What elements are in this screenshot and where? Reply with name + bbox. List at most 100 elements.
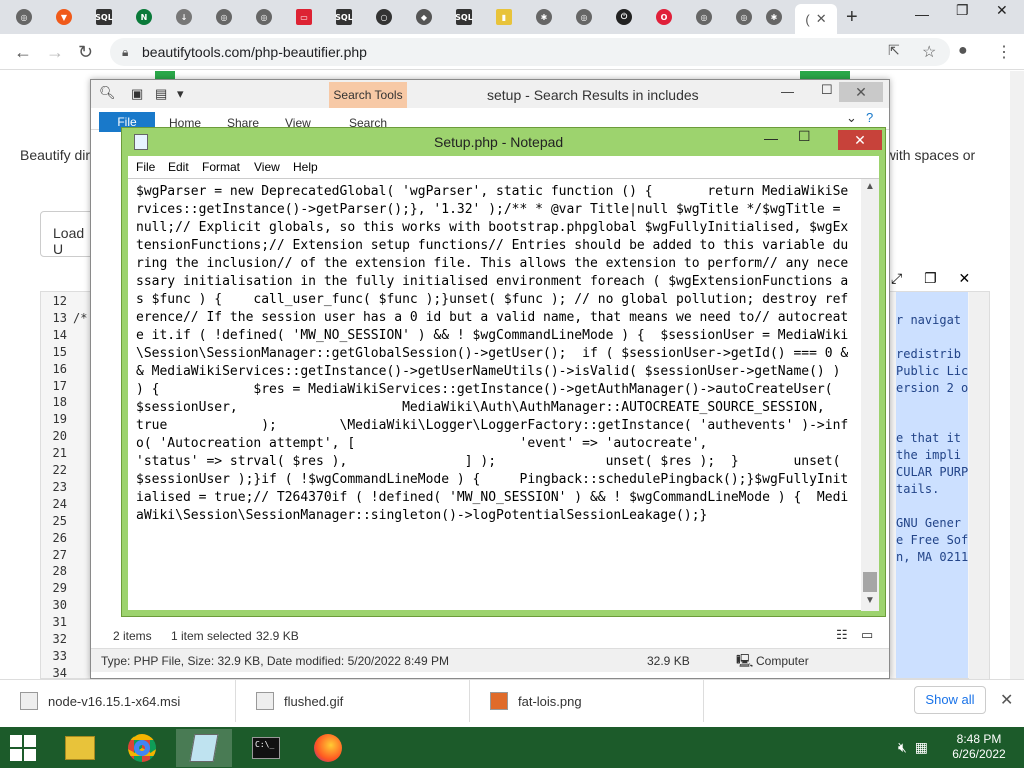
fullscreen-icon[interactable]: ⤢ bbox=[891, 270, 902, 286]
tab-n[interactable]: N bbox=[126, 5, 162, 29]
url-text: beautifytools.com/php-beautifier.php bbox=[142, 44, 367, 60]
line-number: 25 bbox=[52, 513, 67, 528]
close-notepad-icon[interactable]: ✕ bbox=[838, 130, 882, 150]
active-tab[interactable]: ( ✕ bbox=[795, 4, 837, 34]
clear-icon[interactable]: ✕ bbox=[959, 270, 971, 286]
chrome-menu-icon[interactable]: ⋮ bbox=[996, 42, 1012, 62]
tab-folder[interactable]: ▮ bbox=[486, 5, 522, 29]
tab-sql-3[interactable]: SQL bbox=[446, 5, 482, 29]
tab-gear-2[interactable]: ✱ bbox=[756, 5, 792, 29]
start-button[interactable] bbox=[10, 735, 36, 761]
code-fragment: CULAR PURPO bbox=[896, 465, 968, 479]
tab-chrome-4[interactable]: ◎ bbox=[566, 5, 602, 29]
details-view-icon[interactable]: ☷ bbox=[836, 627, 848, 643]
menu-edit[interactable]: Edit bbox=[168, 160, 189, 174]
tab-sql-2[interactable]: SQL bbox=[326, 5, 362, 29]
reload-icon[interactable]: ↻ bbox=[78, 42, 93, 63]
minimize-browser-icon[interactable]: — bbox=[915, 6, 929, 22]
selected-count: 1 item selected bbox=[171, 629, 252, 643]
download-item[interactable]: node-v16.15.1-x64.msi bbox=[0, 680, 236, 722]
tab-chrome-5[interactable]: ◎ bbox=[686, 5, 722, 29]
restore-browser-icon[interactable]: ❐ bbox=[956, 2, 969, 19]
quick-access-icon[interactable]: ▣ bbox=[131, 86, 143, 102]
download-item[interactable]: flushed.gif bbox=[236, 680, 470, 722]
minimize-explorer-icon[interactable]: — bbox=[781, 84, 794, 99]
page-scrollbar[interactable] bbox=[1010, 71, 1024, 679]
msi-file-icon bbox=[20, 692, 38, 710]
tab-github[interactable]: ○ bbox=[366, 5, 402, 29]
menu-help[interactable]: Help bbox=[293, 160, 318, 174]
taskbar-notepad[interactable] bbox=[176, 729, 232, 767]
chrome-icon: ◎ bbox=[216, 9, 232, 25]
maximize-notepad-icon[interactable]: ☐ bbox=[798, 128, 811, 145]
menu-view[interactable]: View bbox=[254, 160, 280, 174]
tab-sql[interactable]: SQL bbox=[86, 5, 122, 29]
download-filename: flushed.gif bbox=[284, 693, 344, 709]
scroll-up-icon[interactable]: ▲ bbox=[865, 181, 875, 192]
scroll-down-icon[interactable]: ▼ bbox=[865, 595, 875, 606]
code-fragment: n, MA 0211 bbox=[896, 549, 968, 564]
network-icon[interactable]: ▦ bbox=[915, 739, 928, 755]
tab-calendar[interactable]: ▭ bbox=[286, 5, 322, 29]
volume-muted-icon[interactable]: 🔇︎ bbox=[898, 739, 907, 755]
taskbar-chrome[interactable] bbox=[114, 729, 170, 767]
chevron-down-icon[interactable]: ▾ bbox=[177, 86, 184, 102]
gear-icon: ✱ bbox=[766, 9, 782, 25]
copy-icon[interactable]: ❐ bbox=[924, 270, 937, 286]
minimize-notepad-icon[interactable]: — bbox=[764, 130, 778, 146]
ribbon-expand-icon[interactable]: ⌄ bbox=[846, 110, 857, 126]
notepad-scrollbar[interactable]: ▲ ▼ bbox=[861, 179, 879, 611]
search-icon: 🔍︎ bbox=[99, 85, 116, 100]
tab-diamond[interactable]: ◆ bbox=[406, 5, 442, 29]
taskbar-explorer[interactable] bbox=[52, 729, 108, 767]
tab-chrome[interactable]: ◎ bbox=[6, 5, 42, 29]
back-icon[interactable]: ← bbox=[14, 42, 32, 63]
tab-chrome-2[interactable]: ◎ bbox=[206, 5, 242, 29]
taskbar-clock[interactable]: 8:48 PM 6/26/2022 bbox=[944, 732, 1014, 762]
download-filename: node-v16.15.1-x64.msi bbox=[48, 693, 181, 709]
maximize-explorer-icon[interactable]: ☐ bbox=[821, 82, 833, 98]
forward-icon[interactable]: → bbox=[46, 42, 64, 63]
notepad-content[interactable]: $wgParser = new DeprecatedGlobal( 'wgPar… bbox=[136, 183, 854, 525]
search-tools-contextual-tab[interactable]: Search Tools bbox=[329, 82, 407, 108]
notepad-text-area[interactable]: $wgParser = new DeprecatedGlobal( 'wgPar… bbox=[128, 178, 879, 611]
tab-brave[interactable]: ▼ bbox=[46, 5, 82, 29]
code-fragment: redistrib bbox=[896, 346, 962, 361]
close-shelf-icon[interactable]: ✕ bbox=[1000, 690, 1013, 710]
address-bar[interactable]: 🔒︎ beautifytools.com/php-beautifier.php bbox=[110, 38, 950, 66]
taskbar-firefox[interactable] bbox=[300, 729, 356, 767]
chrome-icon: ◎ bbox=[576, 9, 592, 25]
folder-icon[interactable]: ▤ bbox=[155, 86, 167, 102]
show-all-button[interactable]: Show all bbox=[914, 686, 986, 714]
github-icon: ○ bbox=[376, 9, 392, 25]
help-icon[interactable]: ? bbox=[866, 110, 873, 125]
code-fragment: tails. bbox=[896, 481, 940, 496]
tab-power[interactable]: ⏻ bbox=[606, 5, 642, 29]
system-tray: 🔇︎ ▦ bbox=[898, 739, 928, 756]
scroll-thumb[interactable] bbox=[863, 572, 877, 592]
sql-icon: SQL bbox=[95, 9, 113, 25]
tab-chrome-3[interactable]: ◎ bbox=[246, 5, 282, 29]
share-icon[interactable]: ⇱ bbox=[888, 42, 900, 59]
menu-format[interactable]: Format bbox=[202, 160, 240, 174]
line-number: 30 bbox=[52, 598, 67, 613]
profile-avatar-icon[interactable]: ● bbox=[958, 42, 968, 60]
taskbar-cmd[interactable]: C:\_ bbox=[238, 729, 294, 767]
taskbar: C:\_ 🔇︎ ▦ 8:48 PM 6/26/2022 bbox=[0, 727, 1024, 768]
notepad-icon bbox=[134, 134, 148, 150]
bookmark-star-icon[interactable]: ☆ bbox=[922, 42, 936, 62]
tab-opera[interactable]: O bbox=[646, 5, 682, 29]
tab-download[interactable]: ↓ bbox=[166, 5, 202, 29]
line-number: 28 bbox=[52, 564, 67, 579]
close-browser-icon[interactable]: ✕ bbox=[996, 2, 1008, 19]
menu-file[interactable]: File bbox=[136, 160, 155, 174]
close-explorer-icon[interactable]: ✕ bbox=[839, 82, 883, 102]
editor-scrollbar[interactable] bbox=[969, 292, 989, 680]
close-tab-icon[interactable]: ✕ bbox=[816, 11, 827, 27]
tiles-view-icon[interactable]: ▭ bbox=[861, 627, 873, 643]
chrome-icon: ◎ bbox=[256, 9, 272, 25]
tab-gear[interactable]: ✱ bbox=[526, 5, 562, 29]
download-item[interactable]: fat-lois.png bbox=[470, 680, 704, 722]
new-tab-button[interactable]: + bbox=[846, 6, 858, 29]
line-number: 31 bbox=[52, 615, 67, 630]
